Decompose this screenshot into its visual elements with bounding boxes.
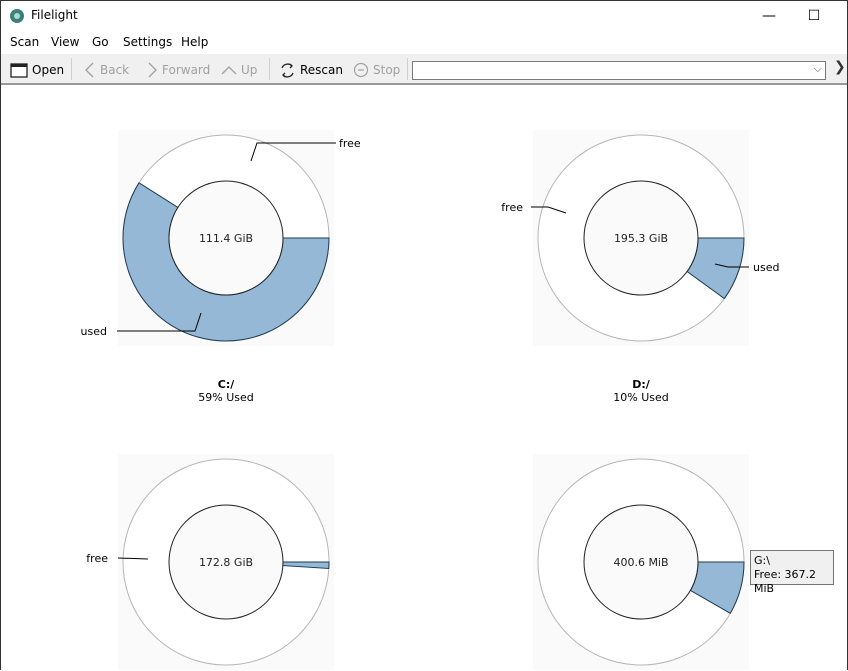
drive-caption-d: D:/ 10% Used (541, 378, 741, 404)
pie-chart-3[interactable]: 400.6 MiB (537, 458, 745, 666)
drive-title: C:/ (217, 378, 235, 391)
drive-usage: 59% Used (198, 391, 254, 404)
pie-slice-label-free: free (86, 552, 108, 565)
pie-chart-1[interactable]: 195.3 GiB used free (501, 134, 779, 342)
pie-chart-2[interactable]: 172.8 GiB free (86, 458, 330, 666)
pie-center-label: 195.3 GiB (614, 232, 668, 245)
drive-caption-c: C:/ 59% Used (126, 378, 326, 404)
pie-slice-label-free: free (339, 137, 361, 150)
pie-chart-0[interactable]: 111.4 GiB used free (81, 134, 361, 342)
pie-center-label: 172.8 GiB (199, 556, 253, 569)
pies-svg: 111.4 GiBusedfree195.3 GiBusedfree172.8 … (81, 134, 779, 666)
pie-slice-label-free: free (501, 201, 523, 214)
pie-slice-label-used: used (81, 325, 107, 338)
tooltip: G:\ Free: 367.2 MiB (750, 550, 834, 595)
pie-slice-label-used: used (753, 261, 779, 274)
drive-usage: 10% Used (613, 391, 669, 404)
pie-center-label: 111.4 GiB (199, 232, 253, 245)
drive-title: D:/ (632, 378, 650, 391)
tooltip-free: Free: 367.2 MiB (754, 568, 817, 595)
pie-center-label: 400.6 MiB (613, 556, 668, 569)
tooltip-drive: G:\ (754, 554, 770, 567)
